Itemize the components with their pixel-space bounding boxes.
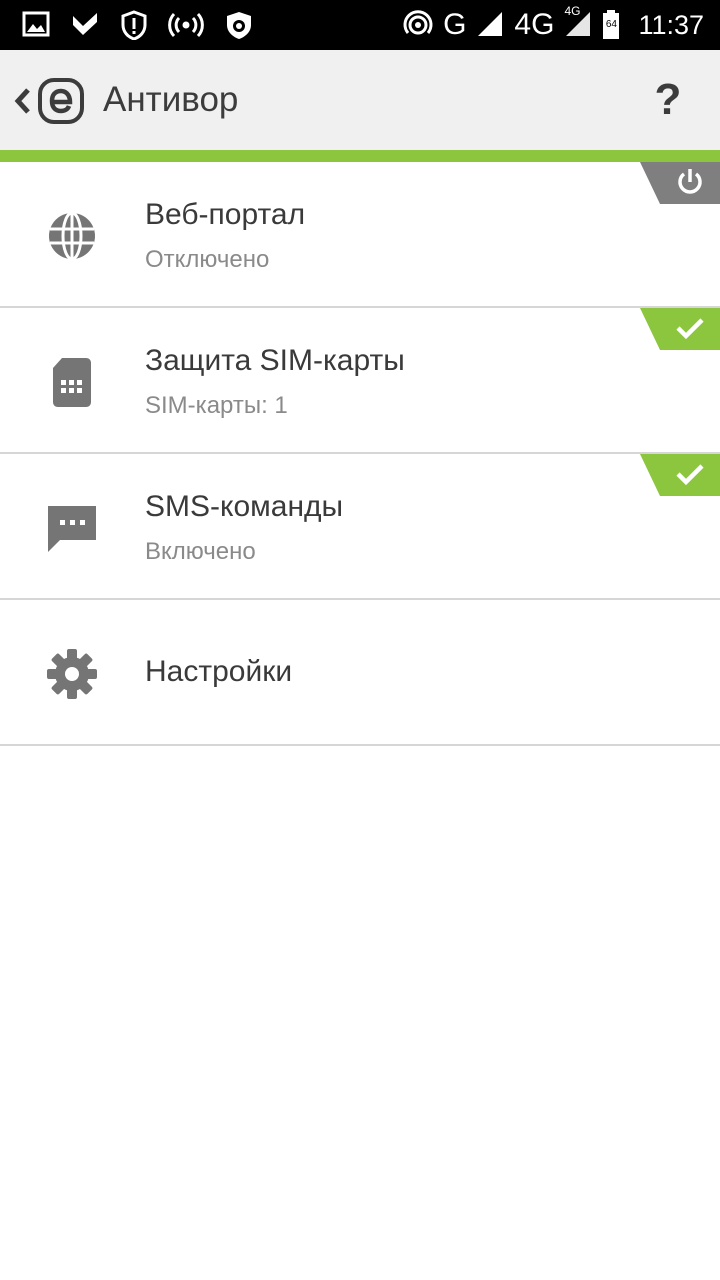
list-item-sim-protection[interactable]: Защита SIM-карты SIM-карты: 1 bbox=[0, 308, 720, 454]
eset-logo-icon bbox=[38, 78, 84, 124]
sim-card-icon bbox=[44, 354, 100, 410]
app-bar: Антивор ? bbox=[0, 50, 720, 150]
check-badge-icon bbox=[640, 308, 720, 350]
battery-level: 64 bbox=[605, 19, 617, 30]
check-badge-icon bbox=[640, 454, 720, 496]
item-title: Настройки bbox=[145, 655, 293, 688]
item-status: Включено bbox=[145, 538, 256, 565]
status-notifications bbox=[22, 9, 254, 41]
help-button[interactable]: ? bbox=[648, 74, 688, 126]
item-title: SMS-команды bbox=[145, 490, 344, 523]
bug-icon bbox=[224, 10, 254, 40]
back-chevron-icon bbox=[14, 88, 30, 114]
signal-4g-icon: 4G bbox=[564, 4, 592, 40]
globe-icon bbox=[44, 208, 100, 264]
sms-icon bbox=[44, 500, 100, 556]
gear-icon bbox=[44, 646, 100, 702]
battery-icon: 64 bbox=[602, 10, 620, 40]
list-item-settings[interactable]: Настройки bbox=[0, 600, 720, 746]
check-flag-icon bbox=[70, 10, 100, 40]
list-item-web-portal[interactable]: Веб-портал Отключено bbox=[0, 162, 720, 308]
page-title: Антивор bbox=[103, 80, 239, 119]
hotspot-icon bbox=[168, 10, 204, 40]
accent-divider bbox=[0, 150, 720, 162]
network-type-label: G bbox=[443, 8, 467, 41]
list-item-sms-commands[interactable]: SMS-команды Включено bbox=[0, 454, 720, 600]
lte-small-label: 4G bbox=[564, 4, 581, 18]
image-icon bbox=[22, 10, 50, 40]
item-status: Отключено bbox=[145, 246, 270, 273]
signal-icon bbox=[476, 10, 504, 40]
clock: 11:37 bbox=[638, 9, 704, 40]
item-title: Защита SIM-карты bbox=[145, 344, 405, 377]
feature-list: Веб-портал Отключено Защита SIM-карты SI… bbox=[0, 162, 720, 746]
lte-label: 4G bbox=[514, 8, 555, 41]
wifi-ring-icon bbox=[403, 10, 433, 40]
back-button[interactable] bbox=[12, 76, 92, 126]
status-indicators: G 4G 4G 64 11:37 bbox=[403, 4, 704, 41]
power-off-badge-icon bbox=[640, 162, 720, 204]
status-bar: G 4G 4G 64 11:37 bbox=[0, 0, 720, 50]
item-status: SIM-карты: 1 bbox=[145, 392, 288, 419]
item-title: Веб-портал bbox=[145, 198, 306, 231]
shield-alert-icon bbox=[120, 10, 148, 41]
